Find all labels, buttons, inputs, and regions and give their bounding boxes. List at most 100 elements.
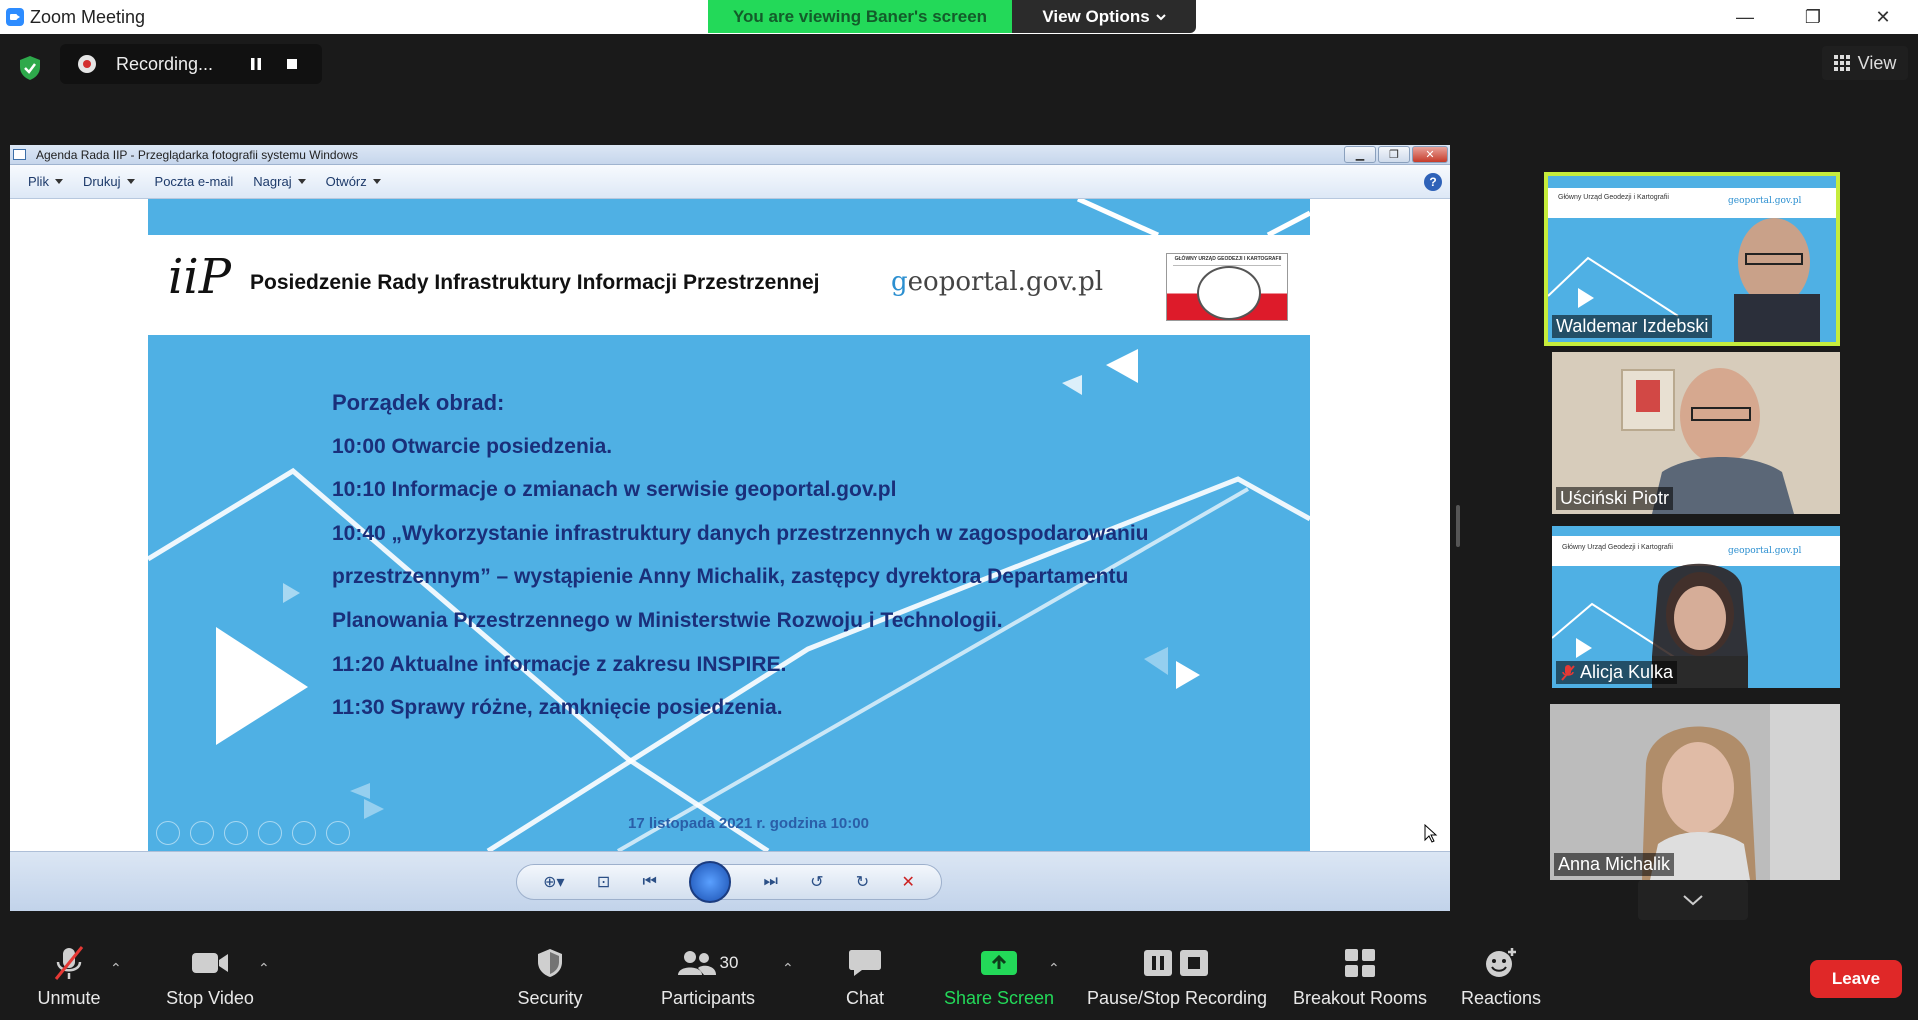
menu-plik[interactable]: Plik [28, 174, 63, 189]
window-title: Zoom Meeting [30, 7, 146, 27]
menu-nagraj[interactable]: Nagraj [253, 174, 306, 189]
photo-viewer-titlebar: Agenda Rada IIP - Przeglądarka fotografi… [10, 145, 1450, 165]
participant-name: Waldemar Izdebski [1556, 316, 1709, 336]
pv-minimize-button[interactable]: ▁ [1344, 146, 1376, 163]
pause-icon [251, 58, 261, 70]
rotate-left-icon[interactable]: ↺ [810, 872, 823, 892]
caret-down-icon [54, 179, 63, 184]
agenda-item: przestrzennym” – wystąpienie Anny Michal… [332, 565, 1129, 589]
minimize-button[interactable]: — [1722, 0, 1768, 34]
participants-button[interactable]: 30 Participants [656, 938, 760, 1020]
delete-icon[interactable]: ✕ [901, 872, 914, 892]
encryption-shield-icon[interactable] [14, 52, 46, 84]
stop-recording-button[interactable] [276, 44, 308, 84]
slide-date: 17 listopada 2021 r. godzina 10:00 [628, 815, 869, 832]
close-window-button[interactable]: ✕ [1860, 0, 1906, 34]
view-layout-button[interactable]: View [1822, 46, 1908, 80]
chat-button[interactable]: Chat [830, 938, 900, 1020]
slideshow-button[interactable] [689, 861, 732, 903]
previous-image-icon[interactable]: ⏮ [643, 873, 657, 891]
caret-down-icon [126, 179, 135, 184]
next-image-icon[interactable]: ⏭ [763, 873, 777, 891]
geoportal-prefix: g [891, 267, 908, 297]
agenda-item: 10:10 Informacje o zmianach w serwisie g… [332, 478, 897, 502]
geoportal-rest: eoportal.gov.pl [907, 267, 1104, 297]
view-label: View [1857, 52, 1897, 73]
breakout-rooms-button[interactable]: Breakout Rooms [1290, 938, 1430, 1020]
agenda-heading: Porządek obrad: [332, 390, 505, 415]
view-options-button[interactable]: View Options [1012, 0, 1196, 33]
slide-pen-icon[interactable] [224, 821, 248, 845]
participant-tile[interactable]: Główny Urząd Geodezji i Kartografii geop… [1552, 526, 1840, 688]
share-options-caret-icon[interactable]: ⌃ [1048, 960, 1060, 977]
pv-close-button[interactable]: ✕ [1412, 146, 1448, 163]
photo-viewer-stage: iiP Posiedzenie Rady Infrastruktury Info… [10, 199, 1450, 851]
thumb-header-text: Główny Urząd Geodezji i Kartografii [1562, 544, 1673, 551]
thumb-header-text: Główny Urząd Geodezji i Kartografii [1558, 194, 1669, 201]
participants-count: 30 [719, 953, 739, 972]
split-handle[interactable] [1456, 505, 1460, 547]
shield-icon [538, 949, 562, 977]
zoom-app-icon [6, 8, 24, 26]
photo-viewer-toolbar: ⊕▾ ⊡ ⏮ ⏭ ↺ ↻ ✕ [516, 861, 942, 903]
slide-header: iiP Posiedzenie Rady Infrastruktury Info… [148, 235, 1310, 335]
audio-options-caret-icon[interactable]: ⌃ [110, 960, 122, 977]
stop-icon [287, 59, 297, 69]
grid-icon [1833, 55, 1850, 71]
participant-name-box: Uściński Piotr [1556, 487, 1674, 510]
photo-viewer-window-controls: ▁ ❐ ✕ [1344, 146, 1448, 163]
slide-zoom-icon[interactable] [292, 821, 316, 845]
pause-recording-button[interactable] [240, 44, 272, 84]
mic-muted-icon [1561, 664, 1575, 681]
thumb-brand-text: geoportal.gov.pl [1728, 546, 1802, 556]
reactions-button[interactable]: Reactions [1456, 938, 1546, 1020]
participant-name-box: Alicja Kulka [1556, 661, 1678, 684]
menu-otworz[interactable]: Otwórz [326, 174, 381, 189]
menu-drukuj[interactable]: Drukuj [83, 174, 135, 189]
leave-meeting-button[interactable]: Leave [1810, 960, 1902, 998]
thumb-brand-text: geoportal.gov.pl [1728, 196, 1802, 206]
menu-poczta[interactable]: Poczta e-mail [155, 174, 234, 189]
photo-viewer-icon [13, 149, 26, 160]
menu-otworz-label: Otwórz [325, 174, 367, 189]
participant-tile[interactable]: Anna Michalik [1550, 704, 1840, 880]
slide-grid-icon[interactable] [258, 821, 282, 845]
chat-bubble-icon [849, 950, 881, 976]
mic-muted-icon [54, 946, 84, 980]
recording-label: Recording... [116, 53, 214, 74]
share-screen-button[interactable]: Share Screen [940, 938, 1058, 1020]
unmute-button[interactable]: Unmute [26, 938, 112, 1020]
share-screen-icon [981, 951, 1017, 975]
pause-stop-recording-icon [1144, 950, 1208, 976]
participant-name: Anna Michalik [1558, 854, 1671, 874]
menu-drukuj-label: Drukuj [82, 174, 121, 189]
rotate-right-icon[interactable]: ↻ [856, 872, 869, 892]
participant-tile[interactable]: Uściński Piotr [1552, 352, 1840, 514]
slide-prev-icon[interactable] [156, 821, 180, 845]
slide-next-icon[interactable] [190, 821, 214, 845]
photo-viewer-toolbar-area: ⊕▾ ⊡ ⏮ ⏭ ↺ ↻ ✕ [10, 851, 1450, 911]
participants-options-caret-icon[interactable]: ⌃ [782, 960, 794, 977]
slide-title: Posiedzenie Rady Infrastruktury Informac… [250, 271, 820, 294]
gugik-logo: GŁÓWNY URZĄD GEODEZJI I KARTOGRAFII [1166, 253, 1288, 321]
zoom-icon[interactable]: ⊕▾ [543, 872, 564, 892]
security-button[interactable]: Security [510, 938, 590, 1020]
menu-poczta-label: Poczta e-mail [154, 174, 234, 189]
slide-more-icon[interactable] [326, 821, 350, 845]
pause-stop-recording-button[interactable]: Pause/Stop Recording [1084, 938, 1270, 1020]
participant-tile[interactable]: Główny Urząd Geodezji i Kartografii geop… [1544, 172, 1840, 346]
view-options-label: View Options [1042, 6, 1150, 26]
recording-dot-icon [78, 55, 96, 73]
meeting-controls-bar: Unmute ⌃ Stop Video ⌃ Security 30 Partic… [0, 938, 1918, 1020]
agenda-item: 10:00 Otwarcie posiedzenia. [332, 434, 613, 458]
chevron-down-icon [1155, 13, 1166, 20]
slide-nav-controls [156, 821, 350, 845]
stop-video-button[interactable]: Stop Video [160, 938, 260, 1020]
restore-button[interactable]: ❐ [1790, 0, 1836, 34]
fit-window-icon[interactable]: ⊡ [597, 872, 610, 892]
pv-restore-button[interactable]: ❐ [1378, 146, 1410, 163]
video-options-caret-icon[interactable]: ⌃ [258, 960, 270, 977]
scroll-participants-down-button[interactable] [1638, 880, 1748, 920]
caret-down-icon [372, 179, 381, 184]
help-icon[interactable]: ? [1424, 173, 1442, 191]
